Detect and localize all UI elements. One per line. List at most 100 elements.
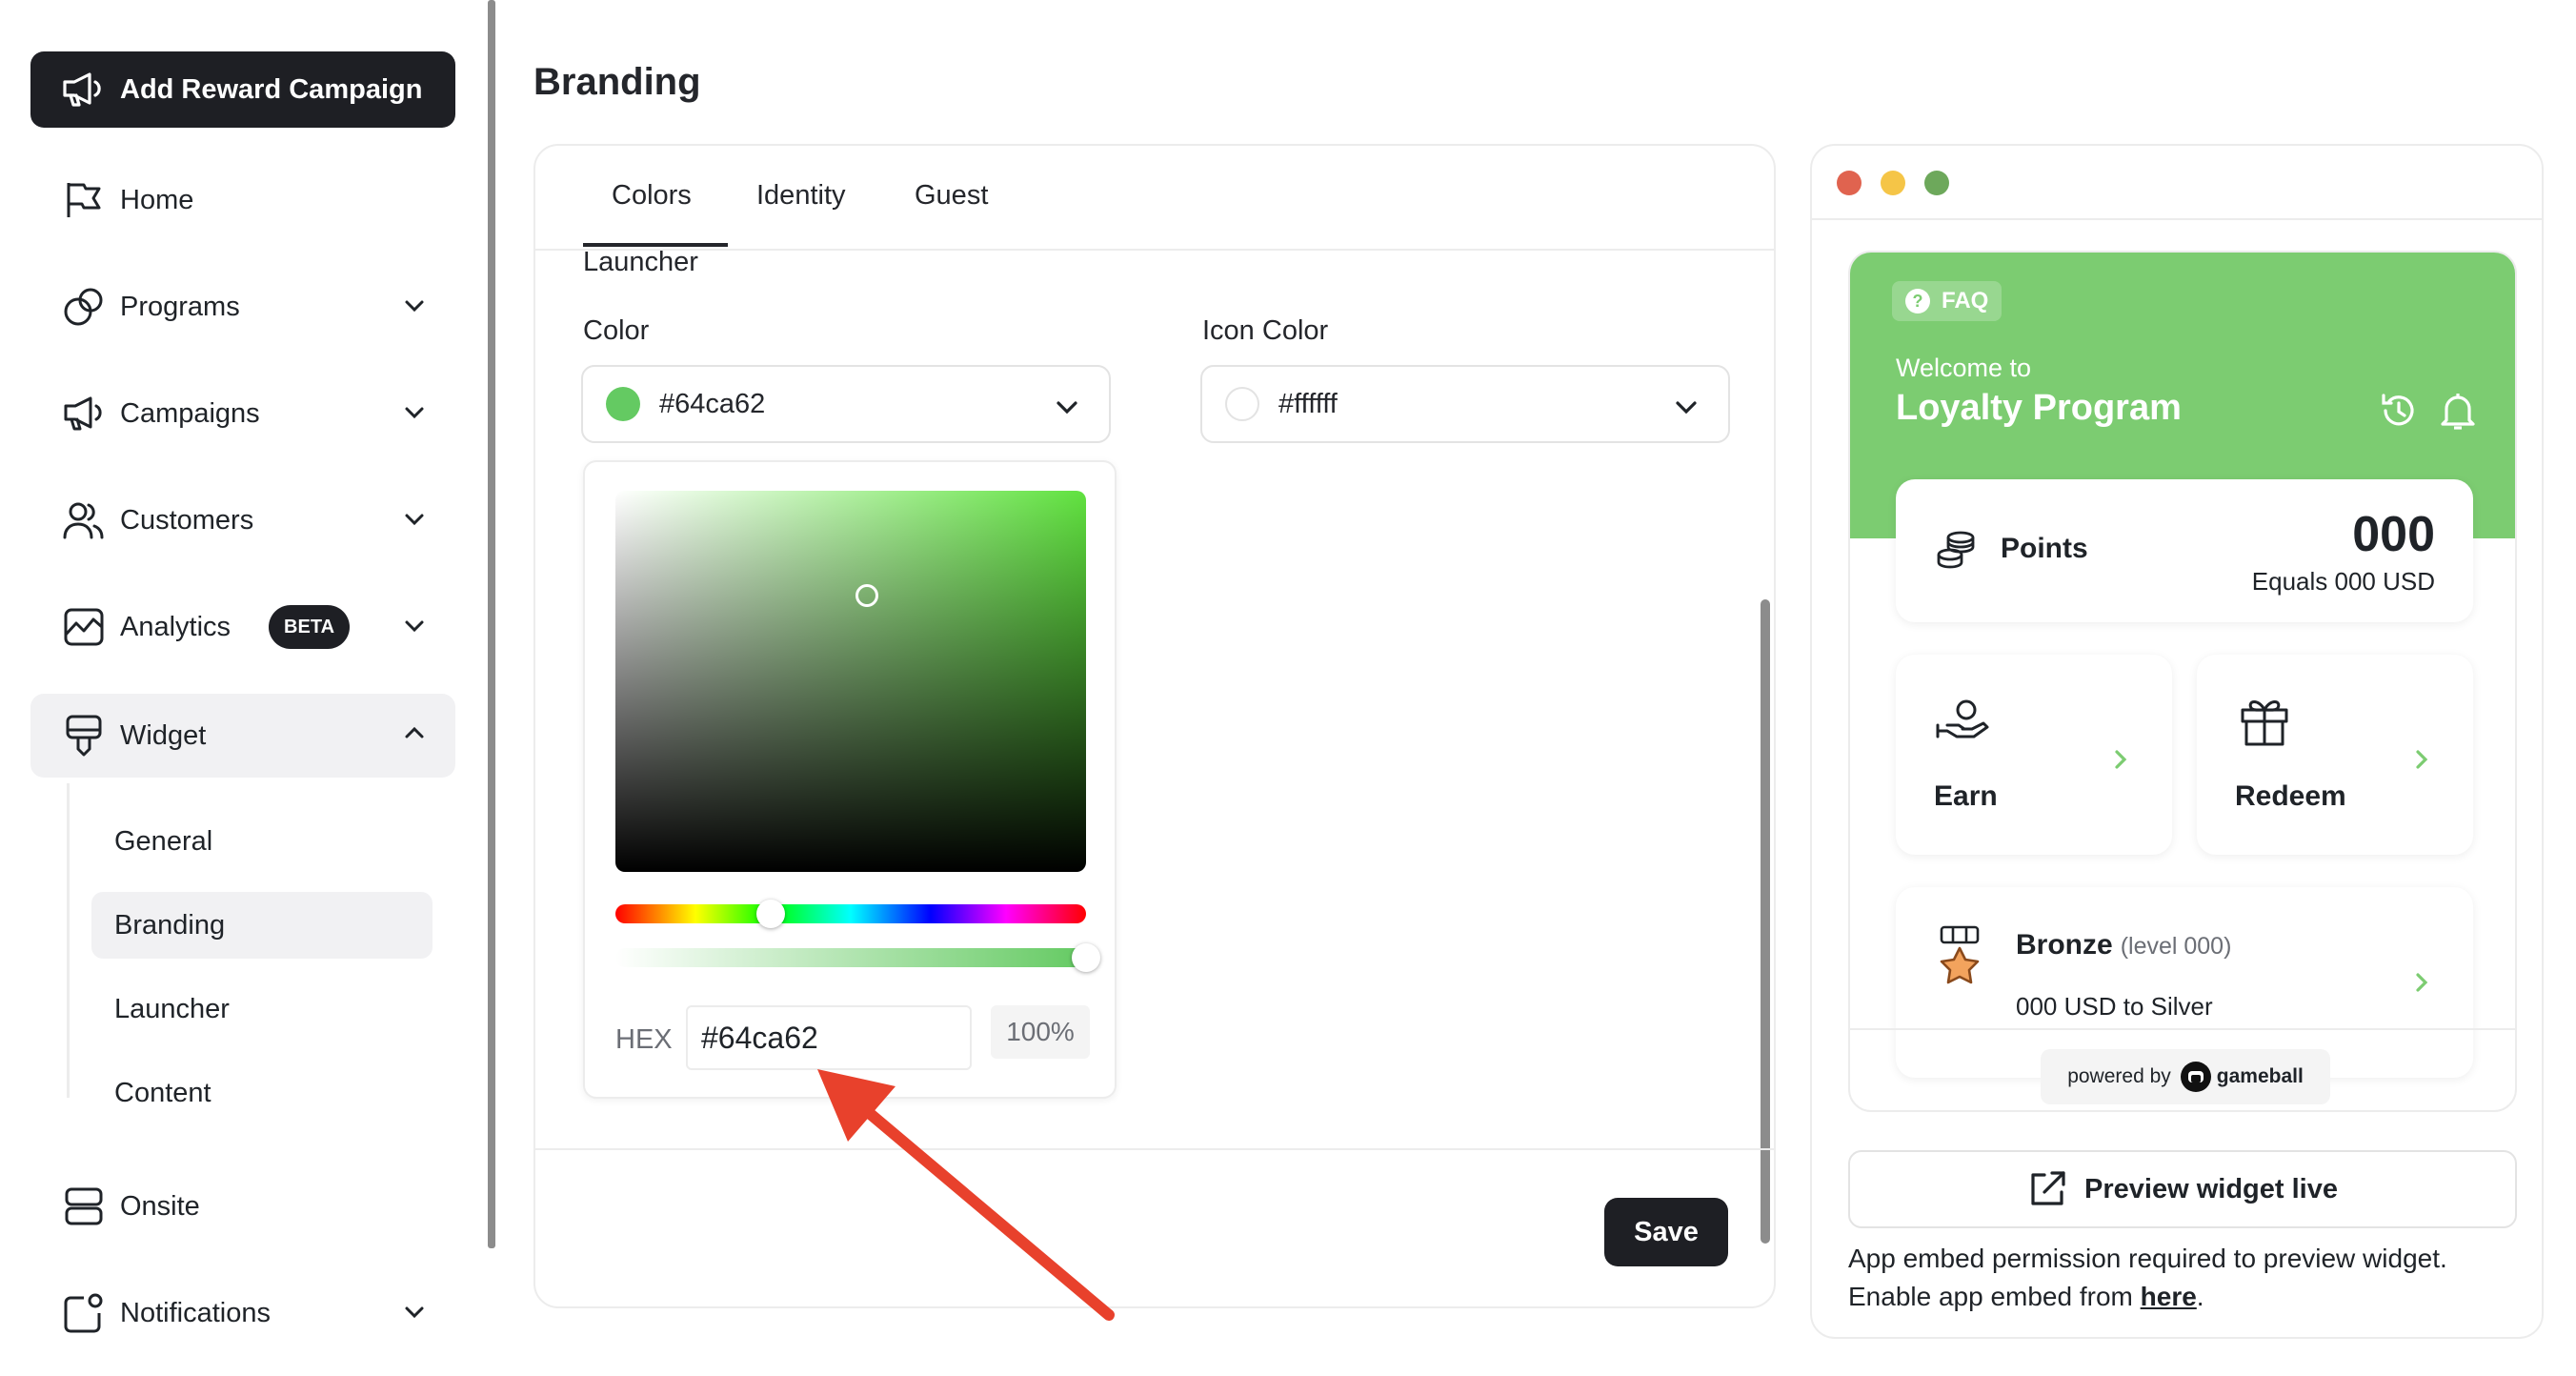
branding-card: Colors Identity Guest Launcher Color #64… [533,144,1776,1308]
points-label: Points [2001,533,2088,564]
external-link-icon [2031,1171,2065,1205]
embed-permission-note: App embed permission required to preview… [1848,1240,2534,1316]
icon-color-value: #ffffff [1278,388,1338,419]
sidebar: Add Reward Campaign Home Programs Campai… [0,0,488,1376]
onsite-icon [61,1184,107,1229]
window-close-dot [1837,171,1862,195]
tab-colors[interactable]: Colors [612,180,692,212]
users-icon [61,497,107,543]
content-scrollbar[interactable] [1761,599,1770,1244]
beta-badge: BETA [269,605,351,649]
flag-icon [61,177,107,223]
chevron-up-icon [402,720,427,745]
widget-program-name: Loyalty Program [1896,388,2182,428]
chevron-down-icon [402,293,427,318]
hex-input[interactable]: #64ca62 [686,1005,972,1070]
embed-note-period: . [2196,1282,2204,1311]
sidebar-item-label: Programs [120,291,240,322]
tier-title: Bronze [2016,929,2113,961]
chevron-right-icon [2111,746,2130,773]
earn-card[interactable]: Earn [1896,655,2172,855]
chevron-right-icon [2412,969,2431,996]
sidebar-item-label: Analytics [120,611,231,642]
tier-name: Bronze (level 000) [2016,929,2231,961]
hue-handle[interactable] [756,900,786,928]
saturation-value-area[interactable] [615,491,1086,872]
color-value: #64ca62 [659,388,766,419]
page-title: Branding [533,61,701,103]
sidebar-item-widget[interactable]: Widget [30,694,455,778]
tab-identity[interactable]: Identity [756,180,846,212]
color-label: Color [583,315,650,346]
powered-by-badge[interactable]: powered by gameball [2041,1049,2330,1104]
hue-slider[interactable] [615,900,1086,928]
embed-note-line1: App embed permission required to preview… [1848,1244,2447,1273]
bell-icon[interactable] [2439,390,2477,432]
preview-widget-live-button[interactable]: Preview widget live [1848,1150,2517,1228]
redeem-card[interactable]: Redeem [2197,655,2473,855]
subitem-label: Branding [114,909,226,941]
subitem-label: Content [114,1077,211,1108]
redeem-label: Redeem [2235,780,2346,812]
faq-label: FAQ [1942,288,1989,314]
sidebar-item-label: Widget [120,719,207,751]
save-button[interactable]: Save [1604,1198,1728,1266]
color-swatch [606,387,640,421]
history-icon[interactable] [2378,390,2420,432]
sidebar-item-home[interactable]: Home [30,160,455,240]
add-reward-campaign-label: Add Reward Campaign [120,73,423,105]
question-icon: ? [1905,289,1930,314]
coins-icon [1936,529,1978,571]
chevron-down-icon [402,614,427,638]
footer-divider [535,1148,1774,1150]
sidebar-subitem-content[interactable]: Content [91,1060,433,1126]
icon-color-select[interactable]: #ffffff [1200,365,1730,443]
tier-next: 000 USD to Silver [2016,992,2213,1021]
chevron-down-icon [402,1300,427,1325]
color-select[interactable]: #64ca62 [581,365,1111,443]
sidebar-subitem-branding[interactable]: Branding [91,892,433,959]
window-maximize-dot [1924,171,1949,195]
subitem-label: Launcher [114,993,230,1024]
faq-badge[interactable]: ? FAQ [1892,281,2002,321]
embed-note-line2: Enable app embed from [1848,1282,2141,1311]
chevron-down-icon [1054,394,1080,420]
earn-icon [1934,695,1991,746]
sidebar-item-analytics[interactable]: Analytics BETA [30,587,455,667]
saturation-handle[interactable] [855,584,878,607]
powered-divider [1850,1028,2515,1030]
chevron-right-icon [2412,746,2431,773]
sidebar-item-label: Home [120,184,194,215]
programs-icon [61,284,107,330]
enable-embed-link[interactable]: here [2141,1282,2197,1311]
alpha-slider[interactable] [615,943,1100,972]
sidebar-item-customers[interactable]: Customers [30,480,455,560]
add-reward-campaign-button[interactable]: Add Reward Campaign [30,51,455,128]
sidebar-item-label: Customers [120,504,254,536]
icon-color-label: Icon Color [1202,315,1329,346]
sidebar-subitem-launcher[interactable]: Launcher [91,976,433,1042]
sidebar-item-onsite[interactable]: Onsite [30,1166,455,1246]
gift-icon [2237,693,2292,748]
sidebar-subitem-general[interactable]: General [91,808,433,875]
sidebar-item-label: Campaigns [120,397,260,429]
alpha-percentage[interactable]: 100% [991,1005,1090,1059]
chevron-down-icon [402,507,427,532]
points-card[interactable]: Points 000 Equals 000 USD [1896,479,2473,622]
hex-label: HEX [615,1024,673,1055]
section-title-launcher: Launcher [583,247,698,277]
sidebar-scrollbar[interactable] [488,0,495,1248]
preview-divider [1812,218,2542,220]
tab-guest[interactable]: Guest [915,180,988,212]
sidebar-item-notifications[interactable]: Notifications [30,1273,455,1353]
notification-icon [61,1290,107,1336]
points-value: 000 [2352,507,2435,562]
submenu-guide-line [67,783,70,1098]
sidebar-item-programs[interactable]: Programs [30,267,455,347]
earn-label: Earn [1934,780,1998,812]
gameball-brand: gameball [2216,1065,2304,1087]
sidebar-item-campaigns[interactable]: Campaigns [30,374,455,454]
alpha-handle[interactable] [1072,943,1100,972]
gameball-logo-icon [2180,1062,2211,1092]
window-minimize-dot [1881,171,1905,195]
